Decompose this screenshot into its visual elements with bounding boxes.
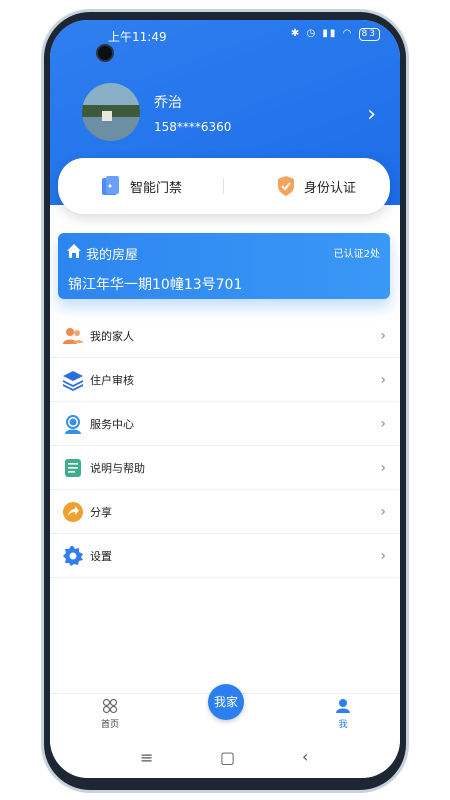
tab-home-label: 首页: [100, 720, 119, 730]
door-access-icon: [102, 176, 119, 195]
menu-item-settings[interactable]: 设置 ›: [50, 534, 400, 578]
profile-chevron-icon[interactable]: ›: [367, 102, 376, 127]
quick-actions-card: 智能门禁 身份认证: [58, 158, 390, 214]
menu-label-share: 分享: [90, 505, 112, 519]
battery-icon: 83: [358, 28, 380, 41]
avatar[interactable]: [82, 83, 140, 141]
alarm-icon: ◷: [306, 28, 318, 39]
menu-label-settings: 设置: [90, 549, 112, 563]
screen: 上午11:49 ✱ ◷ ▮▮ ◠ 83 乔治 158****6360 › 智能门…: [50, 20, 400, 778]
family-icon: [63, 328, 83, 344]
avatar-image: [82, 83, 140, 141]
my-house-card[interactable]: 我的房屋 已认证2处 锦江年华一期10幢13号701: [58, 233, 390, 299]
house-title: 我的房屋: [86, 248, 139, 263]
back-nav-icon[interactable]: ‹: [302, 747, 308, 766]
system-nav-bar: ≡ ▢ ‹: [50, 738, 400, 778]
share-icon: [63, 502, 83, 522]
chevron-right-icon: ›: [380, 415, 386, 432]
quick-divider: [223, 178, 224, 194]
identity-auth-label: 身份认证: [304, 180, 357, 196]
tab-bar: 首页 我家 我: [50, 684, 400, 739]
chevron-right-icon: ›: [380, 503, 386, 520]
document-icon: [65, 459, 81, 477]
profile-name[interactable]: 乔治: [154, 92, 182, 112]
menu-nav-icon[interactable]: ≡: [140, 748, 153, 767]
menu-item-service[interactable]: 服务中心 ›: [50, 402, 400, 446]
menu-item-review[interactable]: 住户审核 ›: [50, 358, 400, 402]
home-grid-icon: [102, 698, 118, 714]
status-bar: 上午11:49 ✱ ◷ ▮▮ ◠ 83: [50, 26, 400, 62]
profile-phone: 158****6360: [154, 120, 232, 134]
smart-door-button[interactable]: 智能门禁: [100, 174, 182, 198]
layers-icon: [63, 371, 83, 391]
menu-item-family[interactable]: 我的家人 ›: [50, 314, 400, 358]
tab-me[interactable]: 我: [313, 698, 373, 730]
chevron-right-icon: ›: [380, 371, 386, 388]
menu-label-family: 我的家人: [90, 329, 134, 343]
bluetooth-icon: ✱: [290, 28, 302, 39]
identity-auth-button[interactable]: 身份认证: [276, 174, 356, 198]
tab-myhome-button[interactable]: 我家: [208, 684, 244, 720]
smart-door-label: 智能门禁: [130, 180, 183, 196]
shield-check-icon: [278, 176, 294, 196]
home-icon: [67, 244, 81, 258]
signal-icon: ▮▮: [322, 28, 338, 39]
user-icon: [336, 699, 350, 713]
status-time: 上午11:49: [108, 30, 167, 44]
menu-label-service: 服务中心: [90, 417, 134, 431]
wifi-icon: ◠: [342, 28, 354, 39]
menu-list: 我的家人 › 住户审核 › 服务中心 › 说明与帮助 › 分享 › 设置 ›: [50, 314, 400, 578]
house-address: 锦江年华一期10幢13号701: [68, 277, 243, 293]
tab-me-label: 我: [338, 720, 348, 730]
home-nav-icon[interactable]: ▢: [220, 748, 235, 767]
front-camera: [96, 44, 114, 62]
customer-service-icon: [65, 415, 81, 434]
tab-home[interactable]: 首页: [80, 698, 140, 730]
chevron-right-icon: ›: [380, 327, 386, 344]
house-certified-count: 已认证2处: [333, 249, 380, 260]
chevron-right-icon: ›: [380, 547, 386, 564]
settings-icon: [63, 546, 83, 566]
chevron-right-icon: ›: [380, 459, 386, 476]
menu-label-help: 说明与帮助: [90, 461, 145, 475]
menu-item-share[interactable]: 分享 ›: [50, 490, 400, 534]
menu-label-review: 住户审核: [90, 373, 134, 387]
status-icons: ✱ ◷ ▮▮ ◠ 83: [291, 28, 380, 41]
menu-item-help[interactable]: 说明与帮助 ›: [50, 446, 400, 490]
